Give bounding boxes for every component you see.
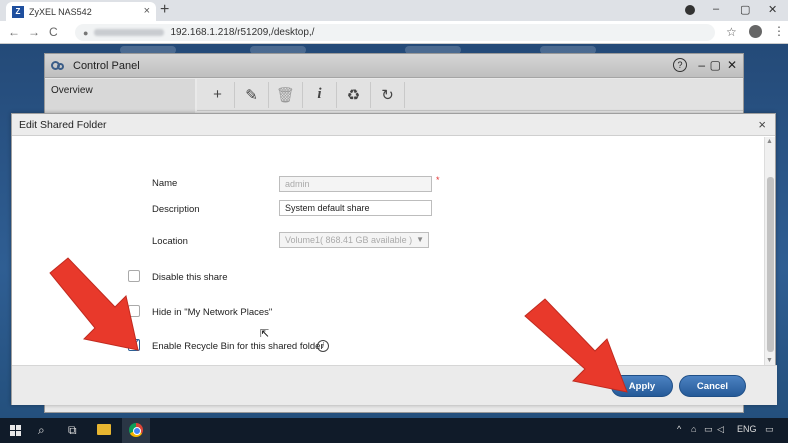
tab-title: ZyXEL NAS542: [29, 6, 92, 17]
control-panel-title: Control Panel: [73, 59, 140, 72]
address-bar: ← → C ● 192.168.1.218/r51209,/desktop,/ …: [0, 21, 788, 44]
browser-tab[interactable]: Z ZyXEL NAS542 ×: [6, 2, 156, 21]
enable-recycle-bin-label: Enable Recycle Bin for this shared folde…: [152, 341, 324, 352]
file-explorer-icon[interactable]: [97, 424, 111, 435]
dialog-title: Edit Shared Folder: [19, 118, 107, 131]
window-minimize-button[interactable]: –: [713, 3, 719, 15]
hide-network-places-label: Hide in "My Network Places": [152, 307, 273, 318]
location-label: Location: [152, 236, 188, 247]
cancel-button[interactable]: Cancel: [679, 375, 746, 397]
blurred-region: [94, 29, 165, 36]
profile-indicator-icon[interactable]: [685, 5, 695, 15]
required-mark: *: [436, 175, 440, 185]
dialog-close-icon[interactable]: ×: [758, 117, 766, 132]
cp-close-button[interactable]: ✕: [727, 58, 737, 72]
notification-icon[interactable]: ▭: [765, 424, 774, 435]
url-input[interactable]: ● 192.168.1.218/r51209,/desktop,/: [75, 24, 715, 41]
bookmark-star-icon[interactable]: ☆: [726, 25, 737, 39]
edit-icon[interactable]: ✎: [235, 81, 269, 108]
name-label: Name: [152, 178, 178, 189]
network-icon[interactable]: ⌂: [691, 424, 696, 434]
tray-expand-icon[interactable]: ^: [677, 424, 681, 434]
sidebar-item-overview[interactable]: Overview: [45, 79, 195, 102]
description-field[interactable]: System default share: [279, 200, 432, 216]
scroll-down-icon[interactable]: ▼: [766, 357, 773, 364]
cp-maximize-button[interactable]: ▢: [710, 58, 721, 72]
annotation-arrow-icon: [49, 257, 139, 351]
control-panel-logo-icon: [51, 60, 67, 72]
trash-icon[interactable]: 🗑: [269, 81, 303, 108]
dialog-footer: Apply Cancel: [12, 365, 777, 405]
description-label: Description: [152, 204, 200, 215]
tab-close-icon[interactable]: ×: [144, 5, 150, 17]
shared-folder-toolbar: + ✎ 🗑 i ♻ ↻: [197, 79, 743, 111]
recycle-icon[interactable]: ♻: [337, 81, 371, 108]
cp-minimize-button[interactable]: –: [698, 58, 705, 72]
security-info-icon[interactable]: ●: [83, 28, 88, 38]
windows-taskbar: ⌕ ⧉ ^ ⌂ ▭ ◁ ENG ▭: [0, 418, 788, 443]
window-maximize-button[interactable]: ▢: [740, 3, 750, 16]
battery-icon[interactable]: ▭: [704, 424, 713, 435]
search-icon[interactable]: ⌕: [38, 423, 45, 438]
window-close-button[interactable]: ✕: [768, 3, 777, 16]
dialog-scrollbar[interactable]: ▲ ▼: [764, 137, 775, 365]
name-field[interactable]: admin: [279, 176, 432, 192]
annotation-arrow-icon: [524, 298, 628, 393]
refresh-icon[interactable]: ↻: [371, 81, 405, 108]
chrome-icon[interactable]: [129, 423, 143, 437]
chevron-down-icon: ▼: [416, 235, 424, 244]
account-avatar-icon[interactable]: [749, 25, 762, 38]
plus-icon[interactable]: +: [201, 81, 235, 108]
help-icon[interactable]: ?: [673, 58, 687, 72]
zyxel-favicon-icon: Z: [12, 5, 24, 18]
back-button[interactable]: ←: [8, 25, 20, 39]
disable-share-label: Disable this share: [152, 272, 228, 283]
task-view-icon[interactable]: ⧉: [68, 423, 77, 438]
location-value: Volume1( 868.41 GB available ): [285, 235, 413, 245]
info-icon[interactable]: i: [303, 81, 337, 108]
scroll-up-icon[interactable]: ▲: [766, 138, 773, 145]
mouse-cursor-icon: ⇱: [260, 328, 270, 340]
location-select[interactable]: Volume1( 868.41 GB available ) ▼: [279, 232, 429, 248]
scroll-thumb[interactable]: [767, 177, 774, 352]
reload-button[interactable]: C: [49, 25, 58, 39]
volume-icon[interactable]: ◁: [717, 424, 724, 435]
browser-menu-icon[interactable]: ⋮: [773, 24, 785, 38]
language-indicator[interactable]: ENG: [737, 424, 757, 434]
browser-tab-bar: Z ZyXEL NAS542 × + – ▢ ✕: [0, 0, 788, 21]
new-tab-button[interactable]: +: [160, 1, 169, 19]
dialog-titlebar[interactable]: Edit Shared Folder ×: [12, 114, 775, 136]
forward-button[interactable]: →: [28, 25, 40, 39]
recycle-bin-info-icon[interactable]: i: [317, 340, 329, 352]
url-text: 192.168.1.218/r51209,/desktop,/: [170, 27, 315, 38]
windows-start-icon[interactable]: [10, 425, 21, 436]
control-panel-titlebar[interactable]: Control Panel ? – ▢ ✕: [45, 54, 743, 78]
